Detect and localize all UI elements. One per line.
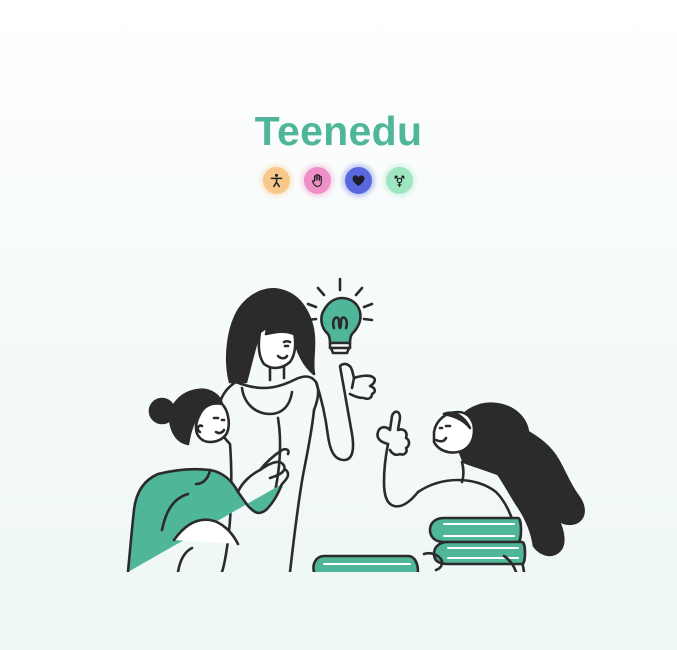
heart-icon bbox=[352, 174, 365, 186]
gender-symbol-icon bbox=[394, 175, 405, 187]
gender-badge[interactable] bbox=[386, 166, 413, 194]
accessibility-badge[interactable] bbox=[263, 166, 290, 194]
raised-hand-badge[interactable] bbox=[304, 166, 331, 194]
table-book-icon bbox=[312, 554, 420, 572]
raised-hand-icon bbox=[312, 173, 322, 187]
student-boy-figure bbox=[126, 388, 290, 572]
student-girl-figure bbox=[376, 402, 585, 572]
brand-title: Teenedu bbox=[254, 108, 423, 154]
heart-badge[interactable] bbox=[345, 166, 372, 194]
students-learning-illustration bbox=[126, 277, 585, 572]
accessibility-person-icon bbox=[270, 173, 283, 187]
feature-badges bbox=[263, 165, 413, 195]
lightbulb-icon bbox=[306, 277, 374, 355]
